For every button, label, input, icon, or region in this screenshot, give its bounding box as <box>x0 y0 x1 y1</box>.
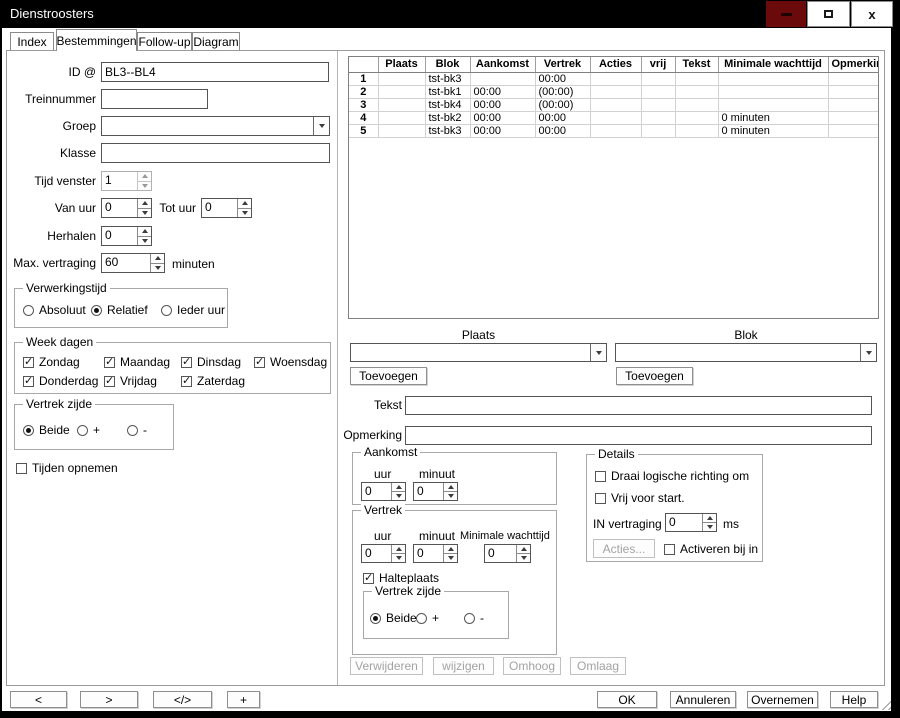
help-button[interactable]: Help <box>830 691 878 708</box>
nav-code-button[interactable]: </> <box>153 691 212 708</box>
nav-prev-button[interactable]: < <box>10 691 67 708</box>
dienstroosters-window: Dienstroosters x Index Bestemmingen Foll… <box>0 0 900 718</box>
nav-add-button[interactable]: + <box>227 691 260 708</box>
close-icon: x <box>868 8 875 21</box>
tab-content-frame <box>6 50 885 686</box>
window-title: Dienstroosters <box>10 6 94 21</box>
minimize-icon <box>781 13 792 16</box>
tab-follow-up[interactable]: Follow-up <box>137 32 192 50</box>
annuleren-button[interactable]: Annuleren <box>670 691 736 708</box>
close-button[interactable]: x <box>851 1 893 27</box>
tab-index[interactable]: Index <box>10 32 54 50</box>
ok-button[interactable]: OK <box>597 691 657 708</box>
minimize-button[interactable] <box>766 1 806 27</box>
titlebar[interactable]: Dienstroosters x <box>0 0 900 28</box>
maximize-icon <box>824 10 833 18</box>
tab-bestemmingen[interactable]: Bestemmingen <box>56 29 137 51</box>
maximize-button[interactable] <box>807 1 850 27</box>
tab-diagram[interactable]: Diagram <box>192 32 240 50</box>
overnemen-button[interactable]: Overnemen <box>747 691 818 708</box>
nav-next-button[interactable]: > <box>80 691 138 708</box>
